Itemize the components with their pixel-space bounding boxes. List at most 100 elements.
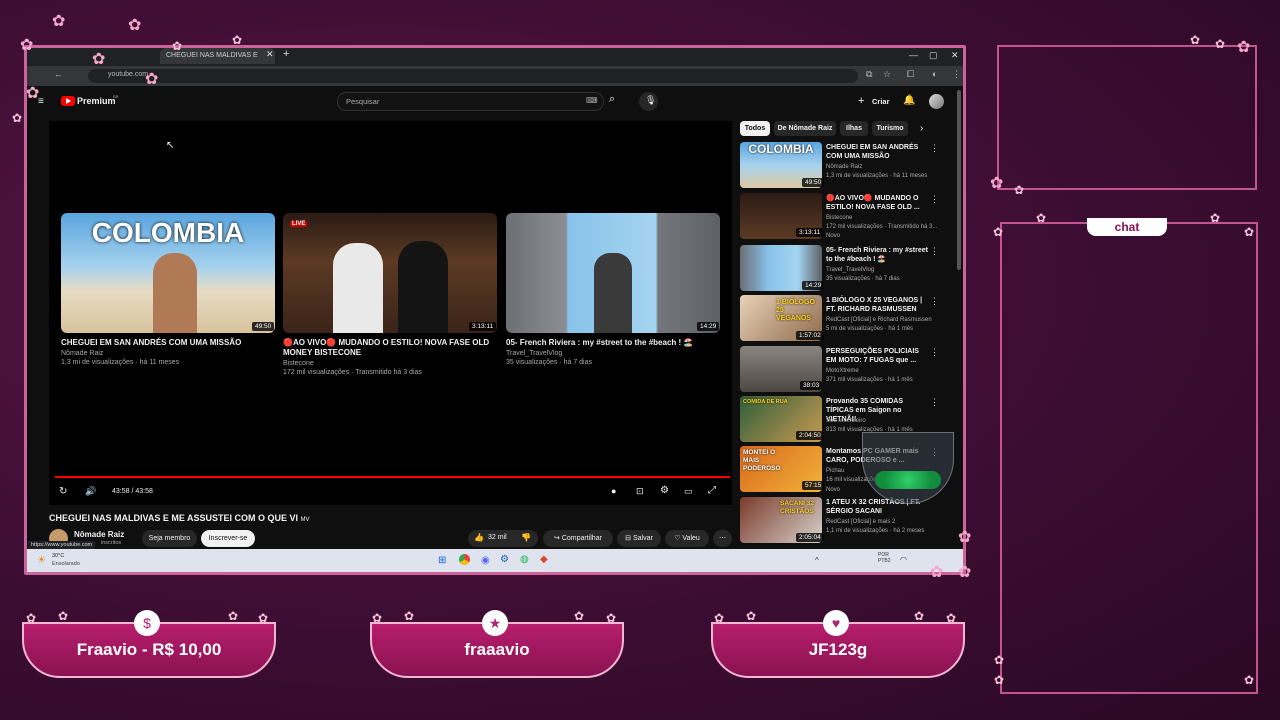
live-badge: LIVE (290, 221, 308, 227)
endcard-channel-2[interactable]: Bistecone (283, 360, 314, 367)
address-text: youtube.com (108, 71, 149, 78)
related-channel[interactable]: Bistecone (826, 214, 941, 222)
related-channel[interactable]: Nômade Raiz (826, 163, 941, 171)
save-button[interactable]: ⊟ Salvar (617, 530, 661, 547)
cast-icon[interactable]: ⧉ (866, 69, 872, 80)
chips-next-icon[interactable]: › (920, 123, 923, 134)
endcard-meta-3: 35 visualizações · há 7 dias (506, 359, 592, 366)
more-options-icon[interactable]: ⋮ (930, 296, 939, 307)
chip-turismo[interactable]: Turismo (872, 121, 908, 136)
endcard-title-1[interactable]: CHEGUEI EM SAN ANDRÉS COM UMA MISSÃO (61, 338, 275, 348)
steam-taskbar-icon[interactable]: ⚙ (500, 554, 509, 565)
related-title[interactable]: 1 BIÓLOGO X 25 VEGANOS | FT. RICHARD RAS… (826, 296, 931, 314)
related-channel[interactable]: RedCast [Oficial] e Richard Rasmussen (826, 316, 941, 324)
notifications-bell-icon[interactable]: 🔔 (903, 95, 915, 106)
dislike-icon[interactable]: 👎 (521, 533, 531, 542)
weather-sun-icon[interactable]: ☀ (37, 555, 46, 566)
progress-bar[interactable] (55, 476, 730, 478)
cherry-blossom-decoration: ✿ (1210, 211, 1221, 225)
voice-search-button[interactable]: 🎙 (639, 92, 658, 111)
tray-chevron-icon[interactable]: ^ (815, 556, 819, 565)
new-tab-icon[interactable]: + (283, 48, 289, 60)
chip-todos[interactable]: Todos (740, 121, 770, 136)
cherry-blossom-decoration: ✿ (52, 13, 66, 30)
avatar[interactable] (929, 94, 944, 109)
subscribe-button[interactable]: Inscrever-se (201, 530, 255, 547)
related-meta: 35 visualizações · há 7 dias (826, 276, 900, 282)
related-channel[interactable]: Travel_TravelVlog (826, 266, 941, 274)
chrome-taskbar-icon[interactable] (459, 554, 470, 565)
app-taskbar-icon[interactable]: ◆ (540, 554, 548, 565)
related-meta: 371 mil visualizações · há 1 mês (826, 377, 913, 383)
duration-badge: 3:13:11 (796, 228, 824, 237)
wifi-icon[interactable]: ◠ (900, 555, 907, 564)
address-bar[interactable] (88, 69, 858, 83)
endcard-thumbnail-1[interactable]: COLOMBIA (61, 213, 275, 333)
settings-gear-icon[interactable]: ⚙ (660, 485, 669, 496)
cherry-blossom-decoration: ✿ (26, 611, 37, 625)
keyboard-icon[interactable]: ⌨ (586, 96, 598, 105)
related-channel[interactable]: MotoXtreme (826, 367, 941, 375)
extensions-icon[interactable]: ⧠ (907, 69, 914, 80)
window-close-icon[interactable]: ✕ (951, 50, 959, 61)
search-icon[interactable]: ⌕ (609, 93, 615, 106)
discord-taskbar-icon[interactable]: ◉ (481, 555, 490, 566)
replay-icon[interactable]: ↻ (59, 486, 67, 497)
related-title[interactable]: CHEGUEI EM SAN ANDRÉS COM UMA MISSÃO (826, 143, 931, 161)
microphone-icon: 🎙 (645, 95, 657, 105)
search-placeholder: Pesquisar (346, 97, 380, 106)
endcard-channel-3[interactable]: Travel_TravelVlog (506, 350, 562, 357)
browser-menu-icon[interactable]: ⋮ (952, 69, 961, 80)
tab-close-icon[interactable]: ✕ (266, 49, 274, 60)
cherry-blossom-decoration: ✿ (1244, 225, 1255, 239)
more-options-icon[interactable]: ⋮ (930, 194, 939, 205)
duration-badge: 14:29 (697, 322, 720, 331)
fullscreen-icon[interactable]: ⤢ (708, 485, 716, 496)
endcard-thumbnail-2[interactable] (283, 213, 497, 333)
related-title[interactable]: PERSEGUIÇÕES POLICIAIS EM MOTO: 7 FUGAS … (826, 347, 931, 365)
duration-badge: 49:50 (252, 322, 275, 331)
share-button[interactable]: ↪ Compartilhar (543, 530, 613, 547)
minimize-icon[interactable]: — (909, 50, 918, 60)
more-options-icon[interactable]: ⋮ (930, 347, 939, 358)
youtube-logo-icon[interactable] (61, 96, 75, 106)
profile-icon[interactable]: ◐ (932, 69, 937, 79)
related-channel[interactable]: RedCast [Oficial] e mais 2 (826, 518, 941, 526)
weather-temp[interactable]: 30°C (52, 553, 64, 559)
related-title[interactable]: 05- French Riviera : my #street to the #… (826, 246, 931, 264)
maximize-icon[interactable]: ▢ (929, 50, 938, 61)
create-button-label[interactable]: Criar (872, 97, 890, 106)
chip-channel[interactable]: De Nômade Raiz (774, 121, 836, 136)
back-icon[interactable]: ← (54, 69, 63, 79)
related-channel[interactable]: Sou Mochileiro (826, 417, 941, 425)
endcard-title-3[interactable]: 05- French Riviera : my #street to the #… (506, 338, 720, 348)
cherry-blossom-decoration: ✿ (946, 611, 957, 625)
channel-name[interactable]: Nômade Raiz (74, 530, 124, 539)
join-member-button[interactable]: Seja membro (142, 530, 197, 547)
duration-badge: 3:13:11 (469, 322, 497, 331)
windows-start-icon[interactable]: ⊞ (438, 555, 446, 566)
create-plus-icon[interactable]: + (858, 95, 864, 107)
endcard-thumbnail-3[interactable] (506, 213, 720, 333)
theater-mode-icon[interactable]: ▭ (684, 486, 693, 497)
endcard-channel-1[interactable]: Nômade Raiz (61, 350, 103, 357)
subtitles-icon[interactable]: ⊡ (636, 486, 644, 497)
more-options-icon[interactable]: ⋮ (930, 143, 939, 154)
youtube-logo-text[interactable]: Premium (77, 96, 116, 106)
autoplay-toggle-icon[interactable]: ● (611, 486, 616, 496)
more-options-icon[interactable]: ⋮ (930, 397, 939, 408)
thanks-button[interactable]: ♡ Valeu (665, 530, 709, 547)
more-actions-button[interactable]: ⋯ (713, 530, 732, 547)
endcard-title-2[interactable]: 🔴AO VIVO🔴 MUDANDO O ESTILO! NOVA FASE OL… (283, 338, 497, 358)
chip-ilhas[interactable]: Ilhas (840, 121, 868, 136)
bookmark-star-icon[interactable]: ☆ (883, 69, 891, 80)
more-options-icon[interactable]: ⋮ (930, 246, 939, 257)
language-indicator[interactable]: POR PTB2 (878, 552, 894, 564)
like-icon[interactable]: 👍 (474, 533, 484, 542)
thumb-overlay-text: SACANI 32 CRISTÃOS (780, 500, 814, 515)
like-count[interactable]: 32 mil (488, 534, 507, 541)
spotify-taskbar-icon[interactable]: ◍ (520, 554, 529, 565)
related-title[interactable]: 🔴AO VIVO🔴 MUDANDO O ESTILO! NOVA FASE OL… (826, 194, 931, 212)
page-scrollbar[interactable] (957, 90, 961, 270)
volume-icon[interactable]: 🔊 (85, 486, 96, 497)
